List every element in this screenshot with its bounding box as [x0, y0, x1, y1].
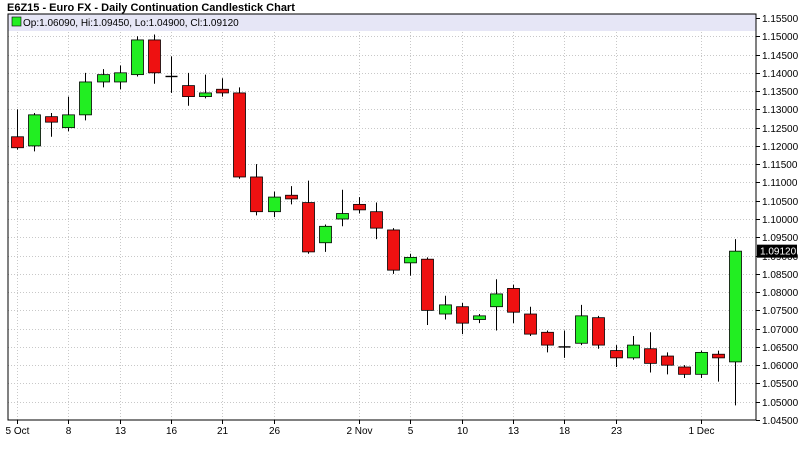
- candle-body: [627, 344, 640, 359]
- y-tick-label: 1.10000: [762, 215, 799, 226]
- x-tick-label: 10: [457, 426, 469, 437]
- y-tick-label: 1.13000: [762, 105, 799, 116]
- last-price-label: 1.09120: [760, 247, 797, 258]
- candle-body: [678, 366, 691, 375]
- candle-body: [575, 315, 588, 344]
- y-tick-label: 1.08500: [762, 270, 799, 281]
- candle-body: [79, 81, 92, 116]
- candle-body: [319, 225, 332, 244]
- y-axis: 1.04500 1.05000 1.05500 1.06000 1.06500 1.070…: [756, 14, 799, 427]
- candle-body: [302, 202, 315, 253]
- y-tick-label: 1.12500: [762, 124, 799, 135]
- y-tick-label: 1.06000: [762, 361, 799, 372]
- candle-body: [233, 92, 246, 178]
- candle-body: [353, 203, 366, 211]
- candle-body: [421, 258, 434, 311]
- candle-body: [541, 331, 554, 346]
- candle-body: [268, 196, 281, 213]
- candle-body: [336, 213, 349, 220]
- candle-body: [439, 304, 452, 315]
- candle-body: [114, 72, 127, 83]
- candle-body: [11, 136, 24, 149]
- y-tick-label: 1.09500: [762, 233, 799, 244]
- x-tick-label: 23: [611, 426, 623, 437]
- x-tick-label: 1 Dec: [688, 426, 714, 437]
- candlestick-chart: E6Z15 - Euro FX - Daily Continuation Can…: [0, 0, 800, 454]
- x-tick-label: 8: [66, 426, 72, 437]
- candle-body: [610, 350, 623, 359]
- candle-body: [387, 229, 400, 271]
- candle: [592, 315, 605, 349]
- candle-body: [97, 74, 110, 83]
- candle-body: [370, 211, 383, 229]
- y-tick-label: 1.13500: [762, 87, 799, 98]
- candle-body: [250, 176, 263, 213]
- candle-body: [644, 348, 657, 364]
- x-tick-label: 2 Nov: [346, 426, 372, 437]
- candle-body: [524, 313, 537, 335]
- x-tick-label: 13: [115, 426, 127, 437]
- candle-body: [456, 306, 469, 324]
- x-tick-label: 26: [269, 426, 281, 437]
- candle-body: [148, 39, 161, 74]
- candle-body: [729, 250, 742, 363]
- y-tick-label: 1.10500: [762, 197, 799, 208]
- candle: [695, 350, 708, 378]
- candle-body: [45, 116, 58, 123]
- y-tick-label: 1.14500: [762, 51, 799, 62]
- x-tick-label: 16: [166, 426, 178, 437]
- candle-body: [404, 256, 417, 264]
- y-tick-label: 1.15000: [762, 32, 799, 43]
- candle: [131, 36, 144, 77]
- candle: [28, 113, 41, 152]
- y-tick-label: 1.07500: [762, 306, 799, 317]
- x-tick-label: 5: [408, 426, 414, 437]
- candle-body: [216, 88, 229, 94]
- candle-body: [712, 353, 725, 359]
- candle-body: [695, 351, 708, 375]
- y-tick-label: 1.06500: [762, 343, 799, 354]
- candle: [233, 87, 246, 179]
- legend-swatch: [11, 16, 22, 27]
- candle-body: [490, 293, 503, 308]
- candle: [387, 228, 400, 274]
- candle-body: [62, 114, 75, 129]
- x-tick-label: 21: [217, 426, 229, 437]
- y-tick-label: 1.11500: [762, 160, 798, 171]
- candle-body: [592, 317, 605, 346]
- chart-svg: E6Z15 - Euro FX - Daily Continuation Can…: [0, 0, 800, 454]
- y-tick-label: 1.07000: [762, 325, 799, 336]
- y-tick-label: 1.05000: [762, 398, 799, 409]
- candle-body: [285, 194, 298, 200]
- y-tick-label: 1.12000: [762, 142, 799, 153]
- candle-body: [182, 85, 195, 97]
- legend-ohlc-text: Op:1.06090, Hi:1.09450, Lo:1.04900, Cl:1…: [23, 18, 239, 29]
- y-tick-label: 1.04500: [762, 416, 799, 427]
- x-tick-label: 18: [559, 426, 571, 437]
- candle-body: [473, 315, 486, 320]
- y-tick-label: 1.15500: [762, 14, 799, 25]
- x-tick-label: 5 Oct: [6, 426, 30, 437]
- candle-body: [28, 114, 41, 147]
- chart-title: E6Z15 - Euro FX - Daily Continuation Can…: [7, 2, 295, 14]
- last-price-marker: 1.09120: [757, 244, 797, 258]
- y-tick-label: 1.11000: [762, 178, 798, 189]
- y-tick-label: 1.08000: [762, 288, 799, 299]
- x-tick-label: 13: [508, 426, 520, 437]
- y-tick-label: 1.14000: [762, 69, 799, 80]
- candle-body: [131, 39, 144, 76]
- y-tick-label: 1.05500: [762, 379, 799, 390]
- candle-body: [199, 92, 212, 97]
- candle-body: [507, 288, 520, 313]
- candle-body: [661, 355, 674, 366]
